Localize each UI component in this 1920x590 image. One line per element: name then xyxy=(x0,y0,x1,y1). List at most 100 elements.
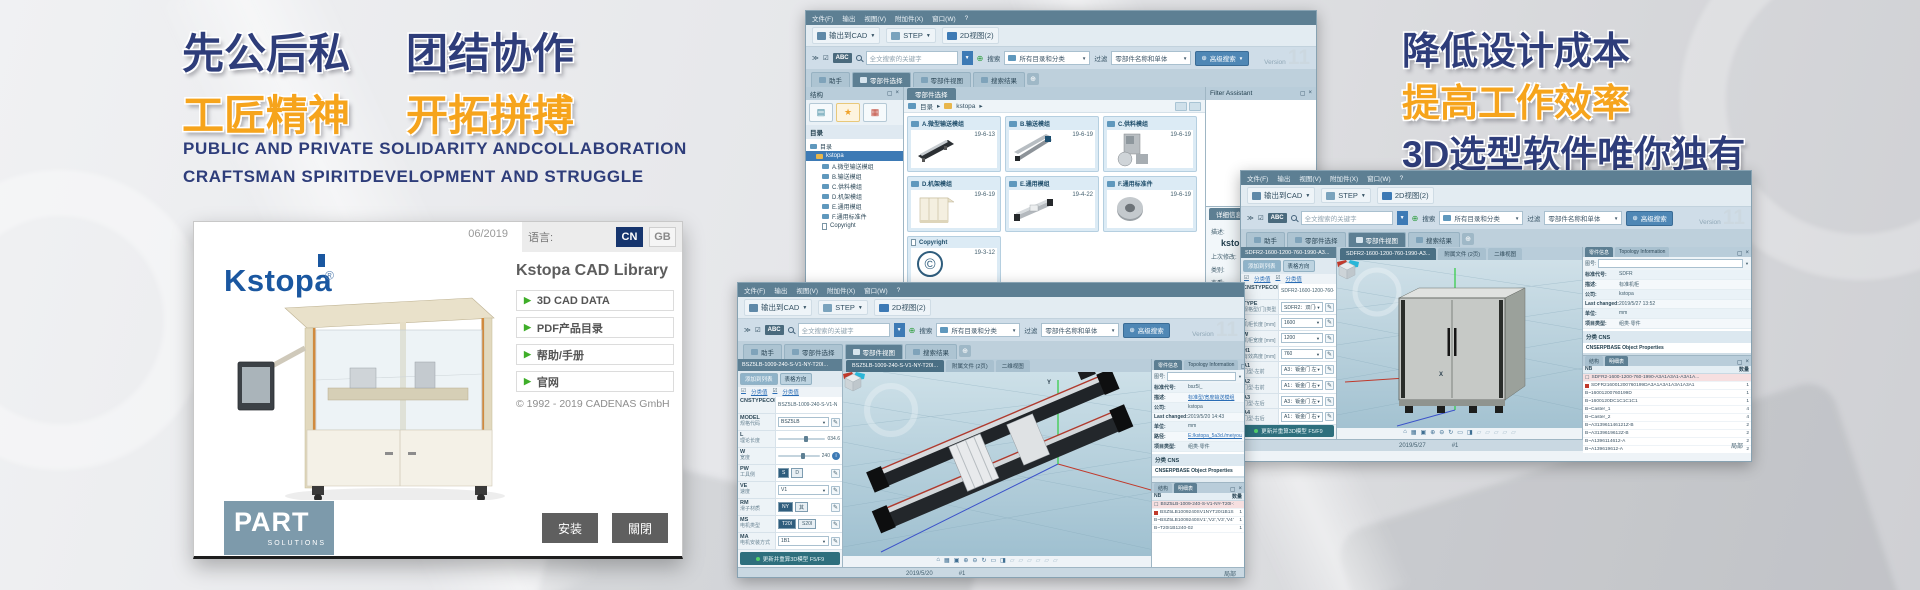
tree-item[interactable]: A.微型输送模组 xyxy=(806,161,903,171)
edit-icon[interactable]: ✎ xyxy=(1325,350,1334,359)
maximize-icon[interactable]: ▢ xyxy=(1230,486,1236,493)
search-checkbox[interactable]: ☑ xyxy=(755,326,761,334)
menu-addons[interactable]: 附加件(X) xyxy=(827,285,855,295)
start-search-icon[interactable]: ⊕ xyxy=(909,326,916,335)
info-icon[interactable]: i xyxy=(832,452,840,460)
topology-tab[interactable]: Topology Information xyxy=(1184,360,1238,370)
start-search-icon[interactable]: ⊕ xyxy=(1412,214,1419,223)
menu-addons[interactable]: 附加件(X) xyxy=(1330,173,1358,183)
tree-item-root[interactable]: 目录 xyxy=(806,141,903,151)
menu-view[interactable]: 视图(V) xyxy=(796,285,818,295)
drawing-number-select[interactable] xyxy=(1167,372,1236,381)
table-direction-button[interactable]: 表格方向 xyxy=(780,373,812,385)
close-icon[interactable]: × xyxy=(1745,250,1749,257)
close-button[interactable]: 關閉 xyxy=(612,513,668,543)
viewport-toolbar[interactable]: ⌂▦▣⊕⊖↻▭◨ ▱▱▱▱▱ xyxy=(1403,429,1516,436)
menu-website-button[interactable]: ▶ 官网 xyxy=(516,371,674,392)
search-dropdown-button[interactable]: ▼ xyxy=(1397,211,1408,225)
tab-part-view[interactable]: 零部件视图 xyxy=(1348,232,1407,247)
edit-icon[interactable]: ✎ xyxy=(1325,303,1334,312)
param-select[interactable]: 1600▼ xyxy=(1281,318,1323,328)
search-dropdown-button[interactable]: ▼ xyxy=(894,323,905,337)
tab-part-view[interactable]: 零部件视图 xyxy=(845,344,904,359)
update-3d-model-button[interactable]: 更新并重算3D模型 F5/F9 xyxy=(1243,425,1334,437)
tree-item[interactable]: B.输送模组 xyxy=(806,171,903,181)
bom-row[interactable]: B~Caster_14 xyxy=(1583,406,1751,414)
topology-tab[interactable]: Topology Information xyxy=(1615,247,1669,257)
bom-structure-tab[interactable]: 结构 xyxy=(1585,356,1603,366)
bom-row[interactable]: BSZ5LB1009240SV1NYT20I1B1S1 xyxy=(1152,509,1244,517)
bom-row[interactable]: ☐BSZ5LB-1009-240-S-V1-NY-T20I-1B1 xyxy=(1152,501,1244,509)
part-card-d[interactable]: D.机架模组 19-6-19 xyxy=(907,176,1001,232)
catalog-view-button[interactable]: ▤ xyxy=(809,103,833,122)
tab-search-results[interactable]: 搜索结果 xyxy=(973,72,1025,87)
expand-icon[interactable]: ≫ xyxy=(744,326,751,334)
view-2d-button[interactable]: 2D视图(2) xyxy=(942,27,999,44)
step-format-button[interactable]: STEP▼ xyxy=(886,28,936,43)
bom-row[interactable]: B~A3139619612Z-B2 xyxy=(1583,430,1751,438)
bom-row[interactable]: B~16001200760199D1 xyxy=(1583,390,1751,398)
menu-pdf-catalog-button[interactable]: ▶ PDF产品目录 xyxy=(516,317,674,338)
checkbox-icon[interactable]: ☑ xyxy=(772,388,777,396)
viewport-tab-2d[interactable]: 二维视图 xyxy=(1488,248,1522,260)
param-select[interactable]: A3：钣金门 左开▼ xyxy=(1281,396,1323,406)
part-selection-tab[interactable]: 零部件选择 xyxy=(907,88,956,100)
expand-icon[interactable]: ≫ xyxy=(1247,214,1254,222)
viewport-toolbar[interactable]: ⌂▦▣⊕⊖↻▭◨ ▱▱▱▱▱▱ xyxy=(936,557,1057,564)
3d-scene[interactable]: Y ⌂▦▣⊕⊖↻▭◨ ▱▱▱▱▱▱ xyxy=(843,372,1151,567)
maximize-icon[interactable]: ▢ xyxy=(1240,363,1245,370)
bom-structure-tab[interactable]: 结构 xyxy=(1154,483,1172,493)
view-cube[interactable] xyxy=(1337,260,1357,280)
menu-window[interactable]: 窗口(W) xyxy=(932,13,955,23)
bom-list-tab[interactable]: 明细表 xyxy=(1174,483,1197,493)
edit-icon[interactable]: ✎ xyxy=(1325,318,1334,327)
add-tab-button[interactable]: ⊕ xyxy=(1027,73,1039,85)
tab-assistant[interactable]: 助手 xyxy=(1246,232,1285,247)
menu-export[interactable]: 输出 xyxy=(774,285,787,295)
menu-file[interactable]: 文件(F) xyxy=(744,285,765,295)
class-value-link[interactable]: 分类值 xyxy=(782,388,799,396)
tree-item-copyright[interactable]: Copyright xyxy=(806,221,903,231)
view-cube[interactable] xyxy=(843,372,863,392)
toggle-option[interactable]: S xyxy=(778,468,789,478)
edit-icon[interactable]: ✎ xyxy=(831,503,840,512)
toggle-option[interactable]: 其 xyxy=(795,502,808,512)
bom-row[interactable]: B~1600120DC1C1C1C11 xyxy=(1583,398,1751,406)
menu-addons[interactable]: 附加件(X) xyxy=(895,13,923,23)
edit-icon[interactable]: ✎ xyxy=(1325,334,1334,343)
param-select[interactable]: 1B1▼ xyxy=(778,536,829,546)
checkbox-icon[interactable]: ☐ xyxy=(1585,375,1589,381)
add-to-list-button[interactable]: 添加到列表 xyxy=(740,373,778,385)
part-info-tab[interactable]: 零件信息 xyxy=(1585,247,1613,257)
tree-item[interactable]: E.通用模组 xyxy=(806,201,903,211)
menu-help[interactable]: ? xyxy=(897,287,901,294)
bom-row[interactable]: SDFR216001200760199DA3A1A3A1A3A1A3A11 xyxy=(1583,382,1751,390)
toggle-option[interactable]: S20I xyxy=(798,519,816,529)
viewport-tab-attachments[interactable]: 附属文件 (2页) xyxy=(946,360,994,372)
close-icon[interactable]: × xyxy=(1745,359,1749,366)
fulltext-search-input[interactable]: 全文搜索的关键字 xyxy=(1301,211,1393,225)
advanced-search-button[interactable]: ⊕高级搜索▼ xyxy=(1195,51,1249,66)
view-2d-button[interactable]: 2D视图(2) xyxy=(1377,187,1434,204)
filter-select[interactable]: 零部件名称和单体▼ xyxy=(1111,51,1191,65)
drawing-number-select[interactable] xyxy=(1598,259,1743,268)
menu-file[interactable]: 文件(F) xyxy=(812,13,833,23)
maximize-icon[interactable]: ▢ xyxy=(1737,250,1743,257)
breadcrumb-kstopa[interactable]: kstopa xyxy=(956,103,975,110)
tab-assistant[interactable]: 助手 xyxy=(811,72,850,87)
fulltext-search-input[interactable]: 全文搜索的关键字 xyxy=(866,51,958,65)
search-scope-select[interactable]: 所有目录和分类▼ xyxy=(936,323,1020,337)
advanced-search-button[interactable]: ⊕高级搜索 xyxy=(1123,323,1169,338)
add-tab-button[interactable]: ⊕ xyxy=(1462,233,1474,245)
step-format-button[interactable]: STEP▼ xyxy=(818,300,868,315)
class-value-link[interactable]: 分类值 xyxy=(751,388,768,396)
advanced-search-button[interactable]: ⊕高级搜索 xyxy=(1626,211,1672,226)
update-3d-model-button[interactable]: 更新并重算3D模型 F5/F9 xyxy=(740,552,840,565)
search-checkbox[interactable]: ☑ xyxy=(823,54,829,62)
edit-icon[interactable]: ✎ xyxy=(1325,365,1334,374)
tree-item[interactable]: C.供料模组 xyxy=(806,181,903,191)
tree-item-kstopa[interactable]: kstopa xyxy=(806,151,903,161)
menu-view[interactable]: 视图(V) xyxy=(1299,173,1321,183)
menu-help[interactable]: ? xyxy=(965,15,969,22)
breadcrumb-root[interactable]: 目录 xyxy=(920,101,933,111)
